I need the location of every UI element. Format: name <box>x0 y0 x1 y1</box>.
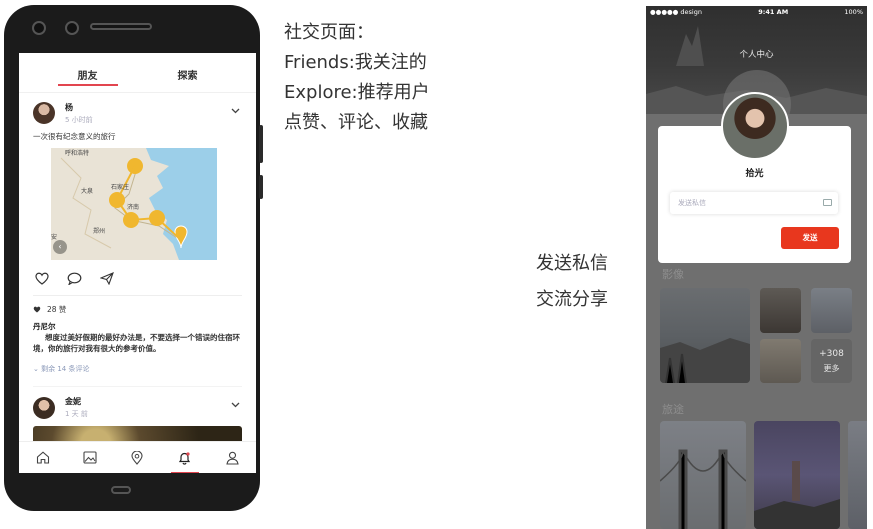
chevron-left-icon[interactable]: ‹ <box>53 240 67 254</box>
post-user-info: 金妮 1 天 前 <box>65 396 88 419</box>
avatar[interactable] <box>33 102 55 124</box>
feed-tabs: 朋友 探索 <box>19 53 256 93</box>
post-header: 杨 5 小时前 <box>33 99 242 127</box>
home-icon[interactable] <box>33 448 53 468</box>
more-comments-link[interactable]: ⌄ 剩余 14 条评论 <box>33 354 242 386</box>
power-button <box>259 175 263 199</box>
description-line: 发送私信 <box>536 253 608 274</box>
heart-icon[interactable] <box>35 270 49 289</box>
bell-icon[interactable] <box>170 448 199 473</box>
like-count-text: 28 赞 <box>47 305 67 314</box>
chevron-down-icon[interactable] <box>231 107 240 117</box>
comment-username[interactable]: 丹尼尔 <box>33 321 242 332</box>
front-camera <box>32 21 46 35</box>
bottom-navigation <box>19 441 256 473</box>
description-line: 点赞、评论、收藏 <box>284 112 428 133</box>
image-icon[interactable] <box>823 199 832 206</box>
location-icon[interactable] <box>127 448 147 468</box>
avatar[interactable] <box>721 92 789 160</box>
page-title: 个人中心 <box>739 50 774 60</box>
photo-thumbnail[interactable] <box>760 288 801 333</box>
more-photos-label: 更多 <box>823 364 840 373</box>
send-icon[interactable] <box>99 270 114 289</box>
more-photos-count: +308 <box>819 349 844 359</box>
tab-friends[interactable]: 朋友 <box>57 67 118 86</box>
description-line: Friends:我关注的 <box>284 52 427 73</box>
feature-description: 社交页面： Friends:我关注的 Explore:推荐用户 点赞、评论、收藏 <box>284 18 430 138</box>
avatar[interactable] <box>33 396 55 419</box>
comment-text: 想度过美好假期的最好办法是，不要选择一个错误的住宿环境，你的旅行对我有很大的参考… <box>33 333 240 353</box>
post-time: 5 小时前 <box>65 115 93 124</box>
profile-name: 拾光 <box>745 169 764 179</box>
send-button[interactable]: 发送 <box>781 227 839 249</box>
chevron-down-icon[interactable] <box>231 401 240 411</box>
post-username[interactable]: 杨 <box>65 102 93 113</box>
like-count: 28 赞 <box>33 296 242 321</box>
phone-top-bezel <box>4 13 260 43</box>
image-icon[interactable] <box>80 448 100 468</box>
feature-description-2: 发送私信 交流分享 <box>536 246 608 318</box>
more-comments-text: 剩余 14 条评论 <box>41 365 90 373</box>
message-placeholder: 发送私信 <box>678 199 706 207</box>
post-time: 1 天 前 <box>65 410 88 418</box>
person-icon[interactable] <box>222 448 242 468</box>
more-photos-tile[interactable]: +308 更多 <box>811 339 852 383</box>
photo-thumbnail[interactable] <box>811 288 852 333</box>
map-label: 济南 <box>127 204 140 211</box>
battery-text: 100% <box>844 8 863 16</box>
map-label: 大泉 <box>81 188 94 195</box>
description-line: 交流分享 <box>536 289 608 310</box>
trip-map[interactable]: 呼和浩特 大泉 石家庄 济南 郑州 安 ‹ <box>51 148 217 260</box>
section-title-photos: 影像 <box>662 268 684 281</box>
map-label: 郑州 <box>93 228 106 235</box>
earpiece-speaker <box>90 23 152 30</box>
travel-thumbnail[interactable] <box>660 421 746 529</box>
right-phone-screen: ●●●●● design 9:41 AM 100% 个人中心 拾光 发送私信 发… <box>646 6 867 529</box>
travel-thumbnail[interactable] <box>754 421 840 529</box>
description-title: 社交页面： <box>284 22 374 43</box>
volume-button <box>259 125 263 163</box>
heart-filled-icon <box>33 306 41 313</box>
tab-explore[interactable]: 探索 <box>158 67 218 86</box>
comment-icon[interactable] <box>67 270 82 289</box>
status-bar: ●●●●● design 9:41 AM 100% <box>646 6 867 18</box>
post-text: 一次很有纪念意义的旅行 <box>33 132 116 141</box>
section-title-travel: 旅途 <box>662 403 684 416</box>
description-line: Explore:推荐用户 <box>284 82 430 103</box>
map-label: 呼和浩特 <box>65 150 90 157</box>
left-phone-frame: 朋友 探索 杨 5 小时前 一次很有纪念意义的旅行 呼和浩特 大泉 石家庄 济南… <box>4 5 263 511</box>
carrier-text: ●●●●● design <box>650 8 702 16</box>
travel-thumbnail[interactable] <box>848 421 867 529</box>
photo-thumbnail[interactable] <box>660 288 750 383</box>
left-phone-screen: 朋友 探索 杨 5 小时前 一次很有纪念意义的旅行 呼和浩特 大泉 石家庄 济南… <box>19 53 256 473</box>
post-actions <box>33 260 242 296</box>
status-time: 9:41 AM <box>758 8 789 16</box>
photo-thumbnail[interactable] <box>760 339 801 383</box>
post-username[interactable]: 金妮 <box>65 396 88 407</box>
screenshot-canvas: 朋友 探索 杨 5 小时前 一次很有纪念意义的旅行 呼和浩特 大泉 石家庄 济南… <box>0 0 873 529</box>
home-button[interactable] <box>111 486 131 494</box>
post-user-info: 杨 5 小时前 <box>65 102 93 125</box>
post-header: 金妮 1 天 前 <box>33 386 242 420</box>
feed-post: 杨 5 小时前 一次很有纪念意义的旅行 呼和浩特 大泉 石家庄 济南 郑州 安 … <box>19 93 256 456</box>
message-input[interactable]: 发送私信 <box>670 192 838 214</box>
map-label: 石家庄 <box>111 184 130 191</box>
sensor <box>65 21 79 35</box>
